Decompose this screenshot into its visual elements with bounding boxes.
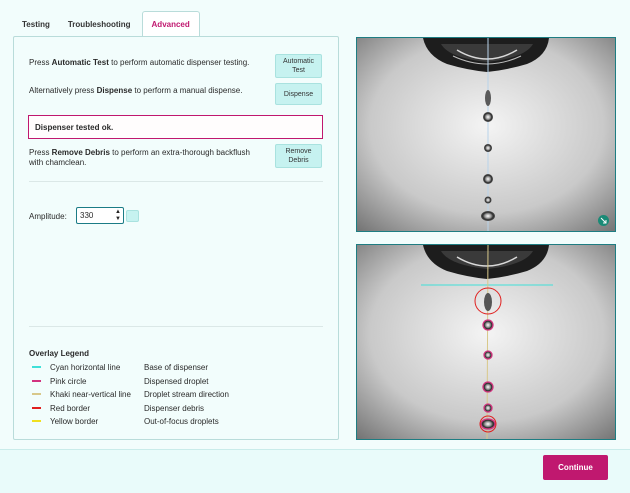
legend-item: Pink circle Dispensed droplet (32, 376, 208, 386)
status-message: Dispenser tested ok. (28, 115, 323, 139)
camera-image-raw (356, 37, 616, 232)
remove-debris-button[interactable]: Remove Debris (275, 144, 322, 168)
auto-test-instruction: Press Automatic Test to perform automati… (29, 58, 259, 68)
droplet-overlay-image (357, 245, 615, 439)
dispense-instruction: Alternatively press Dispense to perform … (29, 86, 259, 96)
remove-debris-instruction: Press Remove Debris to perform an extra-… (29, 148, 264, 168)
amplitude-value: 330 (80, 211, 94, 220)
legend-item: Yellow border Out-of-focus droplets (32, 416, 219, 426)
expand-icon[interactable] (598, 215, 609, 226)
instruction-emphasis: Automatic Test (51, 58, 109, 67)
legend-item-name: Red border (50, 403, 91, 413)
dispense-button[interactable]: Dispense (275, 83, 322, 105)
cyan-line-swatch (32, 366, 41, 368)
advanced-panel: Press Automatic Test to perform automati… (13, 36, 339, 440)
legend-title: Overlay Legend (29, 349, 90, 358)
tab-advanced[interactable]: Advanced (141, 11, 200, 37)
khaki-line-swatch (32, 393, 41, 395)
divider (29, 326, 323, 327)
legend-item-name: Yellow border (50, 416, 99, 426)
instruction-emphasis: Dispense (96, 86, 133, 95)
legend-item-meaning: Dispensed droplet (144, 376, 209, 386)
legend-item: Cyan horizontal line Base of dispenser (32, 362, 208, 372)
legend-item-name: Cyan horizontal line (50, 362, 121, 372)
tab-testing[interactable]: Testing (13, 11, 59, 37)
instruction-text: to perform automatic dispenser testing. (108, 58, 250, 67)
divider (29, 181, 323, 182)
apply-amplitude-button[interactable] (126, 210, 139, 222)
red-border-swatch (32, 407, 41, 409)
legend-item-name: Pink circle (50, 376, 87, 386)
legend-item: Khaki near-vertical line Droplet stream … (32, 389, 229, 399)
camera-image-overlay (356, 244, 616, 440)
tab-bar: Testing Troubleshooting Advanced (13, 11, 200, 37)
yellow-border-swatch (32, 420, 41, 422)
tab-troubleshooting[interactable]: Troubleshooting (59, 11, 140, 37)
legend-item: Red border Dispenser debris (32, 403, 204, 413)
legend-item-meaning: Out-of-focus droplets (144, 416, 219, 426)
legend-item-name: Khaki near-vertical line (50, 389, 131, 399)
instruction-emphasis: Remove Debris (51, 148, 110, 157)
legend-item-meaning: Droplet stream direction (144, 389, 229, 399)
instruction-text: Press (29, 58, 52, 67)
instruction-text: Press (29, 148, 52, 157)
instruction-text: Alternatively press (29, 86, 97, 95)
footer-bar (0, 449, 630, 493)
automatic-test-button[interactable]: Automatic Test (275, 54, 322, 78)
instruction-text: to perform a manual dispense. (132, 86, 243, 95)
amplitude-input[interactable]: 330 ▲ ▼ (76, 207, 124, 224)
legend-item-meaning: Base of dispenser (144, 362, 209, 372)
amplitude-label: Amplitude: (29, 212, 67, 221)
legend-item-meaning: Dispenser debris (144, 403, 205, 413)
continue-button[interactable]: Continue (543, 455, 608, 480)
spinner-arrows-icon[interactable]: ▲ ▼ (115, 209, 121, 223)
droplet-stream-image (357, 38, 615, 231)
pink-circle-swatch (32, 380, 41, 382)
